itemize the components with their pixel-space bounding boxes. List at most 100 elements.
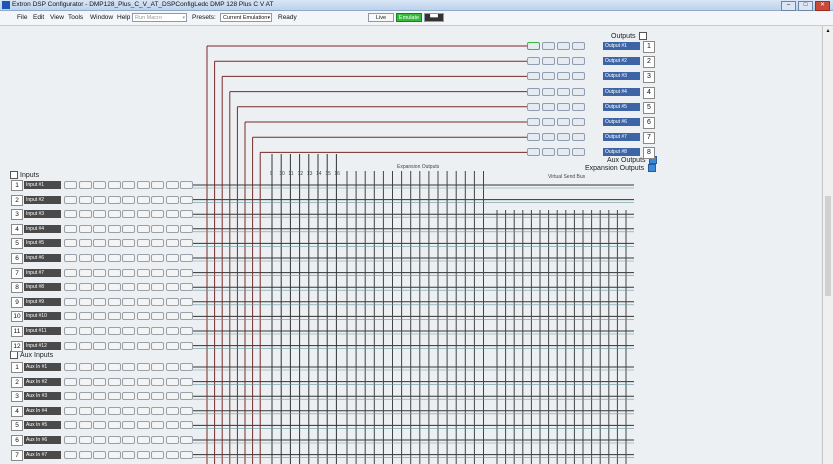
dsp-block[interactable]: [122, 421, 135, 430]
dsp-block[interactable]: [93, 268, 106, 277]
dsp-block[interactable]: [107, 341, 121, 350]
dsp-block[interactable]: [107, 392, 121, 401]
dsp-block[interactable]: [122, 327, 135, 335]
dsp-block[interactable]: [93, 297, 106, 306]
dsp-block[interactable]: [136, 181, 150, 189]
input-name[interactable]: Input #10: [24, 312, 61, 321]
input-name[interactable]: Input #5: [24, 239, 61, 248]
dsp-block[interactable]: [136, 341, 150, 350]
dsp-block[interactable]: [122, 268, 135, 277]
dsp-block[interactable]: [165, 268, 179, 277]
dsp-block[interactable]: [165, 254, 179, 262]
dsp-block[interactable]: [107, 283, 121, 292]
output-dsp-block[interactable]: [527, 102, 540, 111]
dsp-block[interactable]: [78, 392, 92, 401]
dsp-block[interactable]: [93, 450, 106, 459]
dsp-block[interactable]: [180, 268, 193, 277]
menu-help[interactable]: Help: [117, 14, 130, 21]
output-dsp-block[interactable]: [557, 133, 570, 142]
dsp-block[interactable]: [78, 254, 92, 262]
dsp-block[interactable]: [165, 210, 179, 219]
dsp-block[interactable]: [93, 283, 106, 292]
input-name[interactable]: Aux In #6: [24, 436, 61, 444]
output-name[interactable]: Output #8: [603, 148, 640, 157]
dsp-block[interactable]: [122, 297, 135, 306]
menu-window[interactable]: Window: [90, 14, 113, 21]
output-dsp-block[interactable]: [527, 87, 540, 96]
scroll-up-icon[interactable]: ▴: [823, 26, 833, 36]
dsp-block[interactable]: [151, 210, 164, 219]
dsp-block[interactable]: [122, 436, 135, 444]
dsp-block[interactable]: [107, 363, 121, 371]
dsp-block[interactable]: [78, 450, 92, 459]
dsp-block[interactable]: [180, 392, 193, 401]
dsp-block[interactable]: [93, 406, 106, 415]
dsp-block[interactable]: [122, 392, 135, 401]
dsp-block[interactable]: [180, 224, 193, 233]
input-name[interactable]: Input #11: [24, 327, 61, 335]
dsp-block[interactable]: [93, 421, 106, 430]
input-name[interactable]: Aux In #4: [24, 406, 61, 415]
dsp-block[interactable]: [136, 406, 150, 415]
dsp-block[interactable]: [136, 195, 150, 204]
output-dsp-block[interactable]: [572, 42, 585, 50]
dsp-block[interactable]: [78, 181, 92, 189]
dsp-block[interactable]: [165, 195, 179, 204]
aux-inputs-toggle[interactable]: [10, 351, 18, 359]
macro-select[interactable]: Run Macro ▾: [132, 13, 187, 22]
output-dsp-block[interactable]: [542, 102, 555, 111]
dsp-block[interactable]: [64, 392, 77, 401]
dsp-block[interactable]: [93, 210, 106, 219]
dsp-block[interactable]: [136, 210, 150, 219]
dsp-block[interactable]: [180, 377, 193, 386]
dsp-block[interactable]: [64, 377, 77, 386]
input-name[interactable]: Aux In #5: [24, 421, 61, 430]
dsp-block[interactable]: [136, 283, 150, 292]
dsp-block[interactable]: [78, 312, 92, 321]
dsp-block[interactable]: [107, 268, 121, 277]
dsp-block[interactable]: [78, 363, 92, 371]
dsp-block[interactable]: [107, 254, 121, 262]
output-dsp-block[interactable]: [542, 57, 555, 66]
menu-tools[interactable]: Tools: [68, 14, 83, 21]
dsp-block[interactable]: [78, 268, 92, 277]
output-name[interactable]: Output #7: [603, 133, 640, 142]
dsp-block[interactable]: [78, 239, 92, 248]
dsp-block[interactable]: [180, 181, 193, 189]
output-dsp-block[interactable]: [572, 57, 585, 66]
dsp-block[interactable]: [78, 421, 92, 430]
dsp-block[interactable]: [122, 377, 135, 386]
dsp-block[interactable]: [93, 195, 106, 204]
output-dsp-block[interactable]: [527, 133, 540, 142]
output-name[interactable]: Output #2: [603, 57, 640, 66]
dsp-block[interactable]: [64, 406, 77, 415]
dsp-block[interactable]: [151, 224, 164, 233]
minimize-button[interactable]: –: [781, 1, 796, 11]
dsp-block[interactable]: [180, 406, 193, 415]
output-dsp-block[interactable]: [557, 102, 570, 111]
dsp-block[interactable]: [122, 312, 135, 321]
dsp-block[interactable]: [151, 421, 164, 430]
dsp-block[interactable]: [107, 210, 121, 219]
dsp-block[interactable]: [180, 297, 193, 306]
output-name[interactable]: Output #6: [603, 118, 640, 126]
dsp-block[interactable]: [151, 363, 164, 371]
input-name[interactable]: Input #7: [24, 268, 61, 277]
dsp-block[interactable]: [93, 312, 106, 321]
dsp-block[interactable]: [107, 436, 121, 444]
dsp-block[interactable]: [78, 377, 92, 386]
menu-edit[interactable]: Edit: [33, 14, 44, 21]
dsp-block[interactable]: [165, 181, 179, 189]
dsp-block[interactable]: [136, 327, 150, 335]
dsp-block[interactable]: [107, 297, 121, 306]
dsp-block[interactable]: [151, 268, 164, 277]
dsp-block[interactable]: [122, 239, 135, 248]
dsp-block[interactable]: [165, 377, 179, 386]
output-dsp-block[interactable]: [572, 148, 585, 157]
dsp-block[interactable]: [151, 195, 164, 204]
dsp-block[interactable]: [64, 181, 77, 189]
output-dsp-block[interactable]: [542, 87, 555, 96]
dsp-block[interactable]: [107, 312, 121, 321]
dsp-block[interactable]: [122, 195, 135, 204]
dsp-block[interactable]: [64, 436, 77, 444]
